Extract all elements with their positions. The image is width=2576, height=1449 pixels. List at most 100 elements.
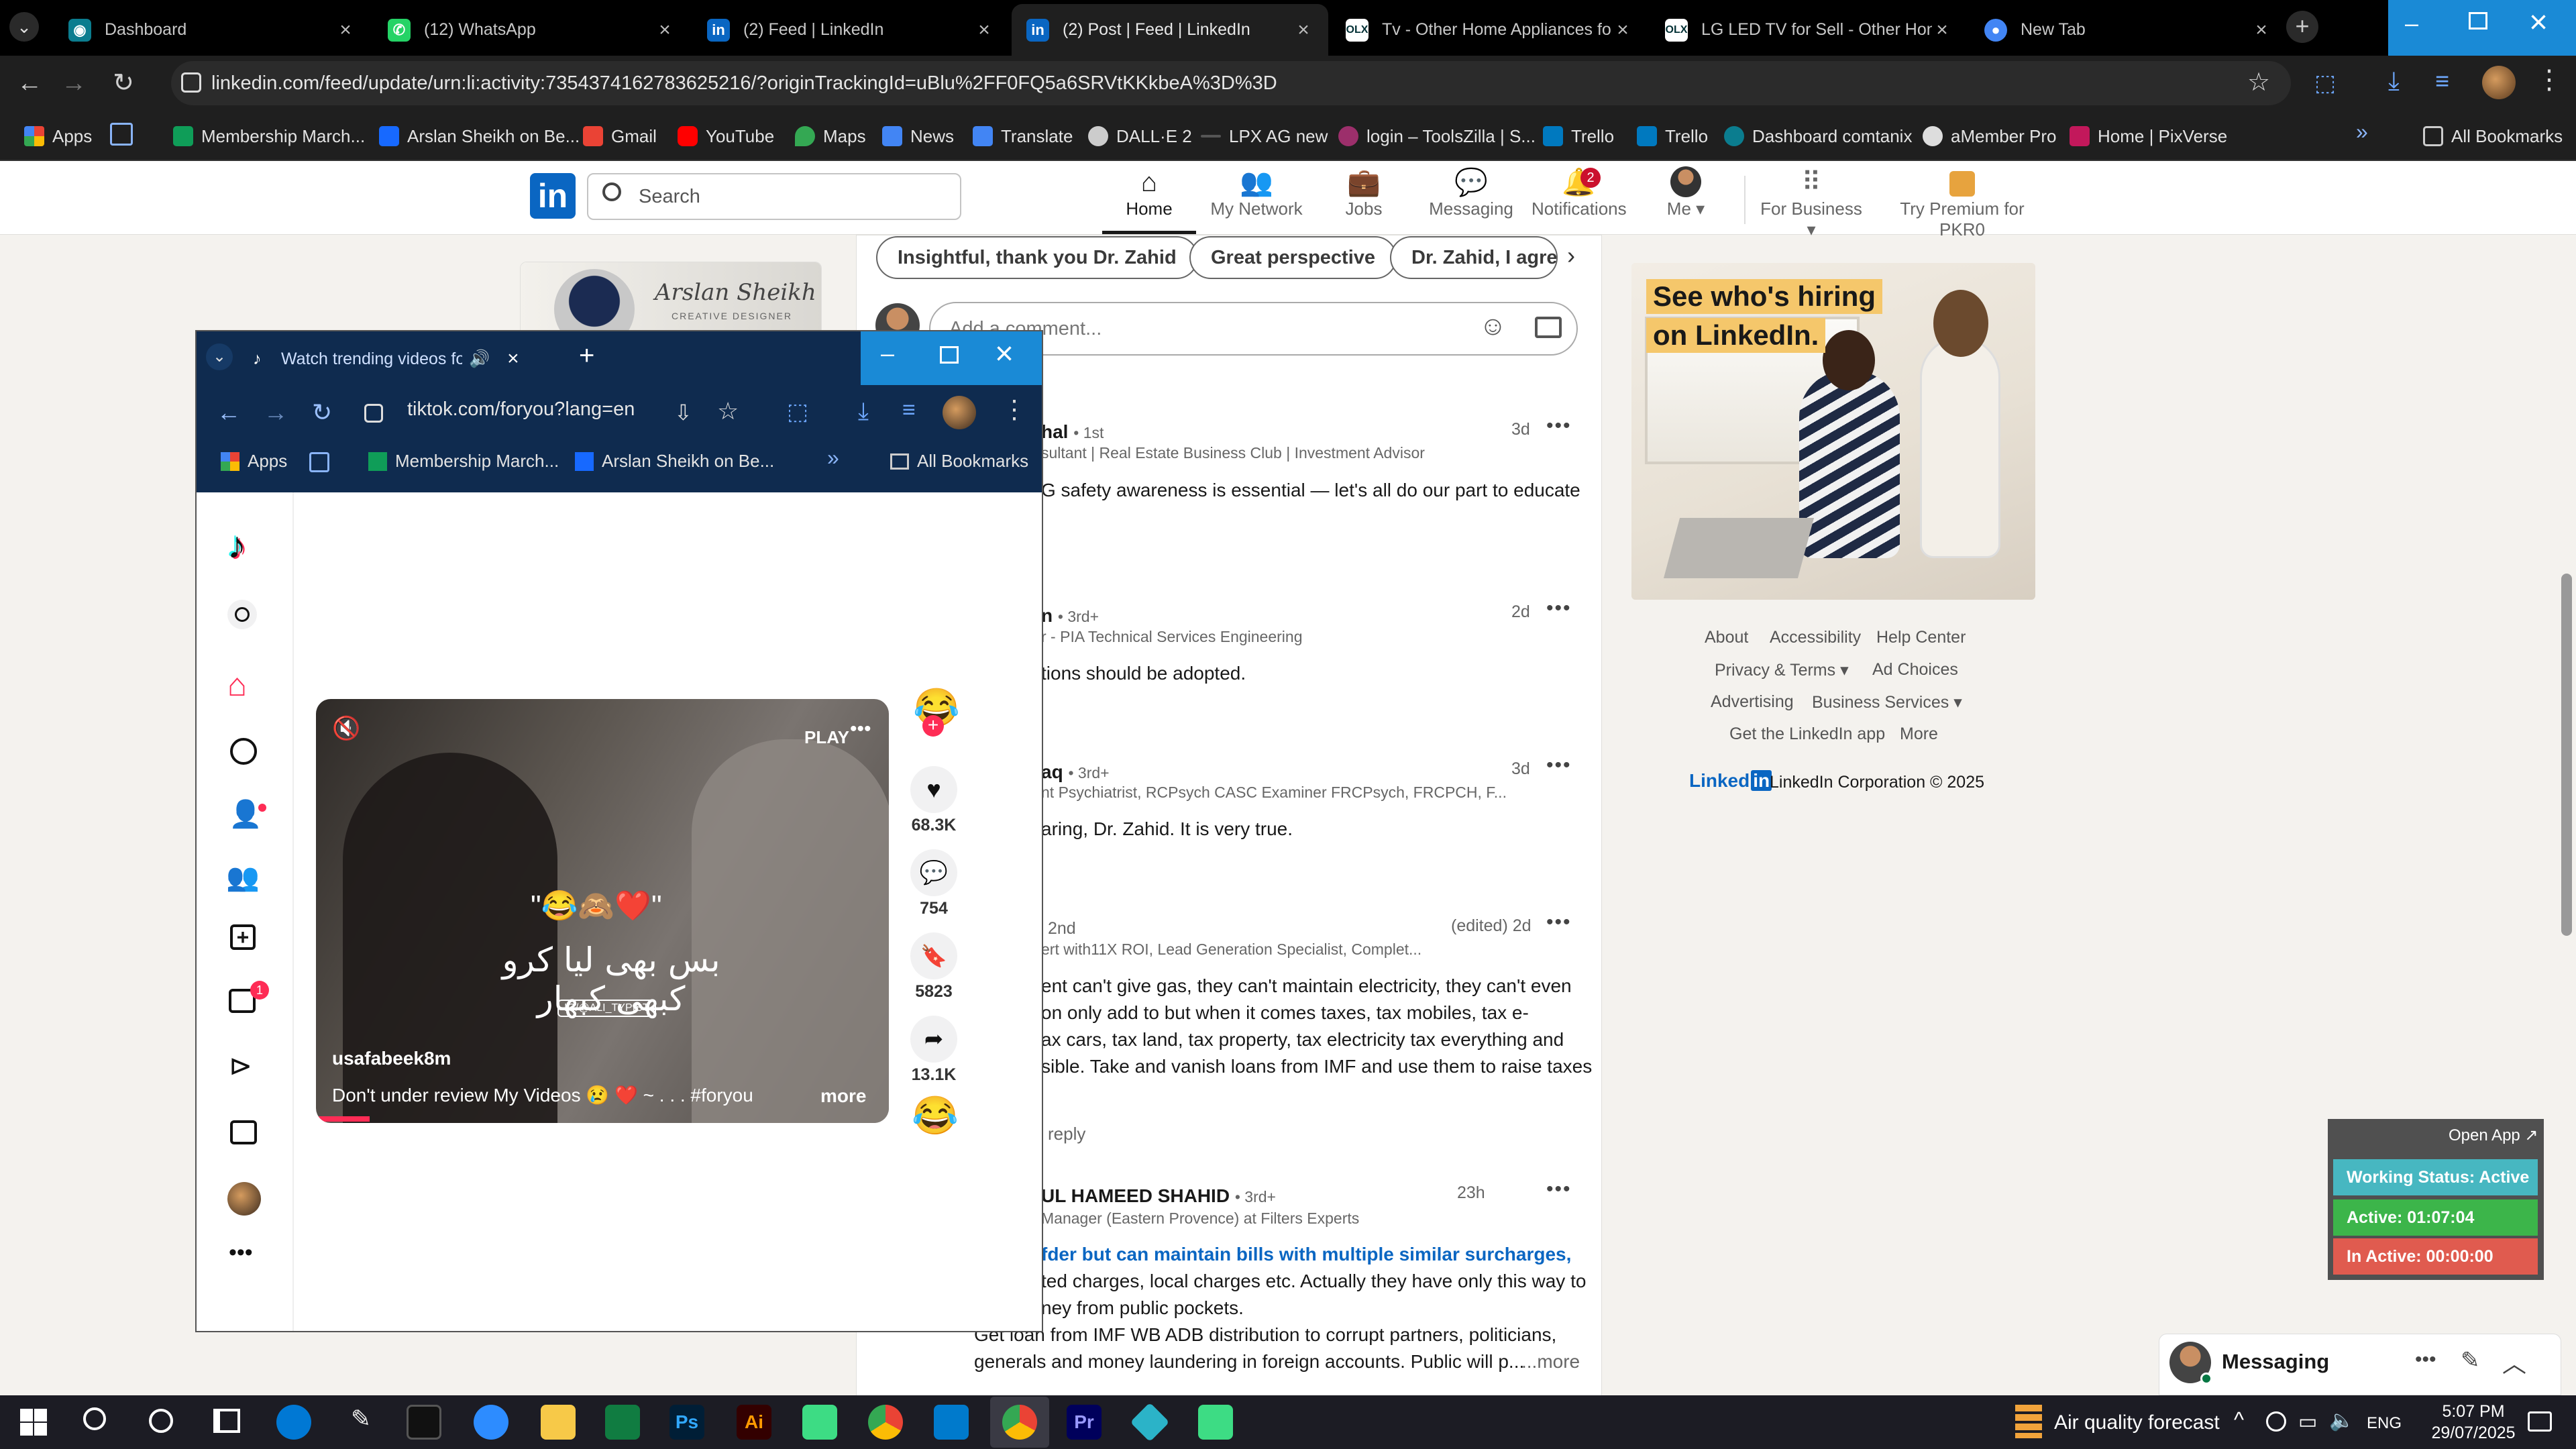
bookmark-pixverse[interactable]: Home | PixVerse: [2070, 121, 2227, 152]
close-icon[interactable]: ×: [1293, 19, 1313, 42]
reload-icon[interactable]: ↻: [312, 398, 332, 427]
search-icon[interactable]: [227, 600, 257, 629]
bookmark-apps[interactable]: Apps: [221, 451, 287, 472]
footer-accessibility[interactable]: Accessibility: [1770, 628, 1861, 647]
sound-disc-icon[interactable]: 😂: [912, 1093, 959, 1138]
taskbar-search-icon[interactable]: [83, 1407, 106, 1430]
restore-button[interactable]: [2469, 12, 2487, 30]
follow-plus-icon[interactable]: +: [922, 715, 944, 737]
tab-groups-icon[interactable]: [309, 452, 329, 472]
bookmark-maps[interactable]: Maps: [795, 121, 866, 152]
close-icon[interactable]: ×: [2251, 19, 2271, 42]
footer-advertising[interactable]: Advertising: [1711, 692, 1794, 712]
close-icon[interactable]: ×: [1932, 19, 1952, 42]
comment-author[interactable]: UL HAMEED SHAHID • 3rd+: [1041, 1185, 1276, 1207]
hiring-ad[interactable]: See who's hiring on LinkedIn.: [1631, 263, 2035, 600]
tab-linkedin-feed[interactable]: in (2) Feed | LinkedIn ×: [692, 4, 1009, 56]
close-icon[interactable]: ×: [974, 19, 994, 42]
profile-avatar[interactable]: [227, 1182, 261, 1216]
bookmark-trello-2[interactable]: Trello: [1637, 121, 1708, 152]
media-icon[interactable]: ≡: [2435, 67, 2449, 95]
page-scrollbar[interactable]: [2561, 574, 2572, 936]
comment-options-icon[interactable]: •••: [1546, 911, 1572, 934]
tiktok-tab[interactable]: ♪ Watch trending videos for y 🔊 ×: [242, 337, 537, 381]
close-icon[interactable]: ×: [507, 347, 519, 370]
nav-premium[interactable]: Try Premium for PKR0: [1878, 166, 2046, 240]
tab-olx-lg-tv[interactable]: OLX LG LED TV for Sell - Other Hon ×: [1650, 4, 1967, 56]
forward-icon[interactable]: →: [264, 398, 288, 427]
premiere-icon[interactable]: Pr: [1067, 1405, 1102, 1440]
messaging-more-icon[interactable]: •••: [2415, 1348, 2436, 1371]
speaker-icon[interactable]: 🔊: [469, 350, 490, 369]
tiktok-logo[interactable]: ♪: [227, 523, 246, 567]
footer-help[interactable]: Help Center: [1876, 628, 1966, 647]
back-icon[interactable]: ←: [217, 398, 241, 427]
bookmark-behance[interactable]: Arslan Sheikh on Be...: [379, 121, 580, 152]
media-icon[interactable]: ≡: [902, 397, 916, 423]
tray-app-icon[interactable]: [2266, 1411, 2286, 1432]
tab-linkedin-post[interactable]: in (2) Post | Feed | LinkedIn ×: [1012, 4, 1328, 56]
nav-for-business[interactable]: ⠿ For Business ▾: [1758, 166, 1865, 240]
footer-about[interactable]: About: [1705, 628, 1748, 647]
bookmark-gmail[interactable]: Gmail: [583, 121, 657, 152]
profile-avatar[interactable]: [943, 396, 976, 429]
comment-options-icon[interactable]: •••: [1546, 597, 1572, 620]
footer-ad-choices[interactable]: Ad Choices: [1872, 660, 1958, 680]
comment-mention[interactable]: fder but can maintain bills with multipl…: [1041, 1244, 1571, 1265]
reply-link[interactable]: reply: [1048, 1124, 1085, 1144]
edge-icon[interactable]: [276, 1405, 311, 1440]
windows-start-icon[interactable]: [20, 1409, 47, 1436]
download-icon[interactable]: ⤓: [858, 397, 869, 426]
tab-search-icon[interactable]: ⌄: [206, 343, 233, 370]
chevron-right-icon[interactable]: ›: [1567, 241, 1575, 270]
nav-my-network[interactable]: 👥 My Network: [1210, 166, 1303, 219]
chrome-icon[interactable]: [868, 1405, 903, 1440]
messaging-bar[interactable]: [2159, 1334, 2561, 1395]
bookmark-apps[interactable]: Apps: [24, 121, 92, 152]
app-green-icon[interactable]: [802, 1405, 837, 1440]
site-info-icon[interactable]: [364, 404, 383, 423]
search-input[interactable]: Search: [587, 173, 961, 220]
maximize-button[interactable]: [940, 346, 959, 364]
minimize-button[interactable]: –: [2405, 9, 2418, 38]
file-explorer-icon[interactable]: [541, 1405, 576, 1440]
linkedin-logo[interactable]: in: [530, 173, 576, 219]
like-button[interactable]: ♥: [910, 766, 957, 813]
video-username[interactable]: usafabeek8m: [332, 1048, 451, 1069]
language-indicator[interactable]: ENG: [2367, 1414, 2402, 1433]
nav-jobs[interactable]: 💼 Jobs: [1317, 166, 1411, 219]
tab-olx-tv[interactable]: OLX Tv - Other Home Appliances fo ×: [1331, 4, 1648, 56]
comment-options-icon[interactable]: •••: [1546, 415, 1572, 437]
tab-groups-icon[interactable]: [110, 123, 133, 146]
comment-options-icon[interactable]: •••: [1546, 1178, 1572, 1201]
terminal-icon[interactable]: [407, 1405, 441, 1440]
extensions-icon[interactable]: ⬚: [787, 398, 808, 425]
bookmark-dalle[interactable]: DALL·E 2: [1088, 121, 1192, 152]
profile-avatar[interactable]: [2482, 66, 2516, 99]
home-icon[interactable]: ⌂: [227, 667, 247, 704]
new-tab-button[interactable]: +: [579, 341, 594, 371]
pen-icon[interactable]: ✎: [343, 1405, 378, 1440]
bookmark-amember[interactable]: aMember Pro: [1923, 121, 2057, 152]
bookmark-comtanix[interactable]: Dashboard comtanix: [1724, 121, 1912, 152]
bookmark-membership[interactable]: Membership March...: [368, 451, 559, 472]
comment-author[interactable]: hal • 1st: [1041, 421, 1104, 443]
cortana-icon[interactable]: [149, 1409, 173, 1433]
open-app-button[interactable]: Open App ↗: [2449, 1126, 2538, 1145]
save-button[interactable]: 🔖: [910, 932, 957, 979]
clock-date[interactable]: 29/07/2025: [2423, 1424, 2524, 1443]
close-window-button[interactable]: ×: [995, 335, 1014, 372]
tray-chevron-icon[interactable]: ^: [2234, 1407, 2244, 1432]
network-icon[interactable]: ▭: [2298, 1410, 2317, 1434]
app-green-2-icon[interactable]: [1198, 1405, 1233, 1440]
bookmark-lpx[interactable]: LPX AG new: [1201, 121, 1328, 152]
emoji-icon[interactable]: ☺: [1479, 311, 1507, 341]
excel-icon[interactable]: [605, 1405, 640, 1440]
all-bookmarks-folder[interactable]: All Bookmarks: [890, 451, 1028, 472]
video-progress-bar[interactable]: [316, 1116, 370, 1122]
bookmark-star-icon[interactable]: ☆: [2247, 67, 2270, 97]
forward-icon[interactable]: →: [58, 67, 90, 99]
friends-icon[interactable]: 👥: [226, 861, 260, 893]
install-icon[interactable]: ⇩: [674, 400, 692, 425]
notification-center-icon[interactable]: [2528, 1411, 2552, 1432]
